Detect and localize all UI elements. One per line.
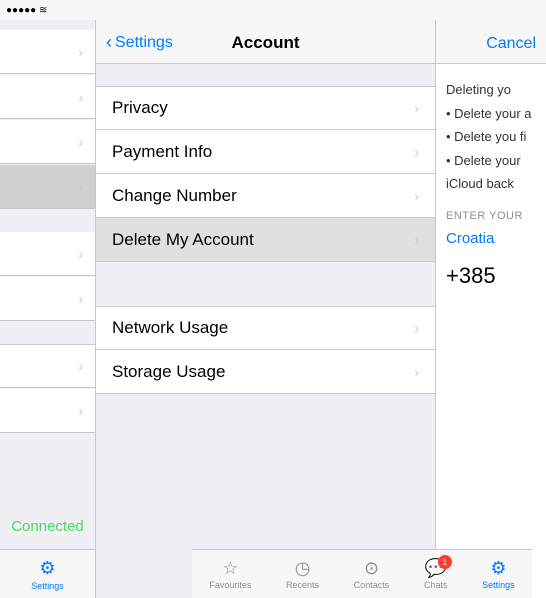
left-list: › › › › › › › › [0, 20, 95, 549]
contacts-icon: ⊙ [364, 558, 379, 579]
bullet-1: • Delete your a [446, 104, 536, 124]
menu-item-payment[interactable]: Payment Info › [96, 130, 435, 174]
phone-code: +385 [446, 259, 536, 292]
recents-icon: ◷ [295, 558, 311, 579]
left-list-item-7[interactable]: › [0, 344, 95, 388]
middle-panel: ●●●●● ≋ 09:41 ●●●●● ≋ ▮ ‹ Settings Accou… [96, 0, 436, 598]
tab-favourites[interactable]: ☆ Favourites [209, 558, 251, 590]
settings-icon: ⚙ [39, 558, 55, 579]
tab-bar: ☆ Favourites ◷ Recents ⊙ Contacts 💬 1 Ch… [192, 549, 532, 598]
menu-section-2: Network Usage › Storage Usage › [96, 306, 435, 394]
right-nav-bar: ●●●●● ≋ Cancel [436, 0, 546, 64]
left-list-item-2[interactable]: › [0, 75, 95, 119]
tab-recents-label: Recents [286, 580, 319, 590]
right-status-bar: ●●●●● ≋ [436, 0, 546, 20]
chevron-icon: › [414, 100, 419, 116]
menu-item-network-label: Network Usage [112, 318, 228, 338]
left-list-item-1[interactable]: › [0, 30, 95, 74]
chevron-icon: › [78, 179, 83, 195]
country-label[interactable]: Croatia [446, 228, 536, 251]
left-tab-settings[interactable]: ⚙ Settings [31, 558, 64, 591]
menu-item-delete-label: Delete My Account [112, 230, 254, 250]
bullet-2: • Delete you fi [446, 127, 536, 147]
left-panel: ●●●●● ≋ › › › › › › › › Connected ⚙ [0, 0, 96, 598]
tab-recents[interactable]: ◷ Recents [286, 558, 319, 590]
favourites-icon: ☆ [222, 558, 238, 579]
left-list-item-3[interactable]: › [0, 120, 95, 164]
chevron-icon: › [78, 246, 83, 262]
connected-status: Connected [0, 510, 95, 543]
menu-item-delete[interactable]: Delete My Account › [96, 218, 435, 262]
left-list-item-8[interactable]: › [0, 389, 95, 433]
tab-favourites-label: Favourites [209, 580, 251, 590]
menu-item-storage[interactable]: Storage Usage › [96, 350, 435, 394]
bullet-4: iCloud back [446, 174, 536, 194]
enter-your-label: ENTER YOUR [446, 208, 536, 225]
tab-chats[interactable]: 💬 1 Chats [424, 558, 448, 590]
cancel-button[interactable]: Cancel [486, 35, 536, 53]
chevron-icon: › [78, 44, 83, 60]
menu-section-1: Privacy › Payment Info › Change Number ›… [96, 86, 435, 262]
chevron-icon: › [414, 188, 419, 204]
section-gap [96, 262, 435, 284]
menu-item-privacy-label: Privacy [112, 98, 168, 118]
tab-contacts[interactable]: ⊙ Contacts [354, 558, 390, 590]
chats-icon: 💬 1 [424, 558, 446, 579]
left-list-item-6[interactable]: › [0, 277, 95, 321]
chevron-icon: › [78, 291, 83, 307]
page-title: Account [96, 33, 435, 53]
chevron-icon: › [414, 232, 419, 248]
chevron-icon: › [78, 403, 83, 419]
left-tab-bar: ⚙ Settings [0, 549, 95, 598]
chevron-icon: › [78, 134, 83, 150]
tab-contacts-label: Contacts [354, 580, 390, 590]
menu-item-network[interactable]: Network Usage › [96, 306, 435, 350]
chevron-icon: › [78, 89, 83, 105]
menu-item-changenumber-label: Change Number [112, 186, 237, 206]
chats-badge: 1 [438, 555, 452, 569]
chevron-icon: › [414, 320, 419, 336]
chevron-icon: › [414, 144, 419, 160]
menu-item-change-number[interactable]: Change Number › [96, 174, 435, 218]
bullet-3: • Delete your [446, 151, 536, 171]
tab-chats-label: Chats [424, 580, 448, 590]
menu-item-payment-label: Payment Info [112, 142, 212, 162]
menu-item-storage-label: Storage Usage [112, 362, 225, 382]
right-panel: ●●●●● ≋ Cancel Deleting yo • Delete your… [436, 0, 546, 598]
chevron-icon: › [78, 358, 83, 374]
chevron-icon: › [414, 364, 419, 380]
settings-icon: ⚙ [490, 558, 506, 579]
left-list-item-4-highlighted[interactable]: › [0, 165, 95, 209]
right-content: Deleting yo • Delete your a • Delete you… [436, 64, 546, 308]
deleting-title: Deleting yo [446, 80, 536, 100]
tab-settings[interactable]: ⚙ Settings [482, 558, 515, 590]
menu-item-privacy[interactable]: Privacy › [96, 86, 435, 130]
left-list-item-5[interactable]: › [0, 232, 95, 276]
tab-settings-label: Settings [482, 580, 515, 590]
